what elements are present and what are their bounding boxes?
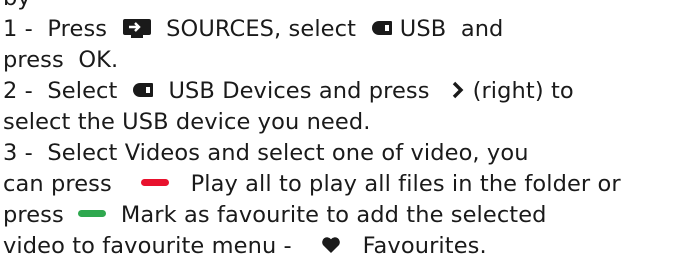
sources-icon	[122, 18, 152, 38]
step-1-press-2: press	[3, 47, 64, 73]
step-3-line-2: can press Play all to play all files in …	[3, 169, 675, 200]
step-3-line-4: video to favourite menu - Favourites.	[3, 231, 675, 262]
ok-label: OK	[78, 47, 112, 73]
step-2-and-press: and press	[318, 78, 430, 104]
step-3-number: 3 -	[3, 140, 33, 166]
play-all-label: Play all	[190, 171, 272, 197]
step-1-press: Press	[47, 16, 108, 42]
step-2-rest: select the USB device you need.	[3, 109, 371, 135]
favourites-label: Favourites	[362, 233, 480, 259]
step-2-right: (right) to	[472, 78, 574, 104]
videos-label: Videos	[124, 140, 201, 166]
step-3-to-play: to play all files in the folder or	[279, 171, 621, 197]
step-1-number: 1 -	[3, 16, 33, 42]
step-1-and: and	[460, 16, 504, 42]
usb-devices-label: USB Devices	[168, 78, 312, 104]
step-3-rest-1: and select one of video, you	[207, 140, 529, 166]
step-1-period: .	[111, 47, 119, 73]
step-2-line-2: select the USB device you need.	[3, 107, 675, 138]
instructions-document: by 1 - Press SOURCES, select USB and pre…	[3, 0, 675, 262]
step-2-select: Select	[47, 78, 118, 104]
step-1-line-1: 1 - Press SOURCES, select USB and	[3, 14, 675, 45]
step-1-select: , select	[274, 16, 357, 42]
green-key-icon	[78, 209, 107, 218]
usb-devices-icon	[132, 82, 154, 98]
step-3-period: .	[479, 233, 487, 259]
heart-icon	[321, 236, 341, 254]
step-1-line-2: press OK.	[3, 45, 675, 76]
usb-icon	[371, 20, 393, 36]
header-partial-text: by	[3, 0, 31, 14]
chevron-right-icon	[451, 81, 465, 99]
mark-as-favourite-label: Mark as favourite	[120, 202, 320, 228]
step-3-select: Select	[47, 140, 118, 166]
step-3-press: press	[3, 202, 64, 228]
step-3-line-1: 3 - Select Videos and select one of vide…	[3, 138, 675, 169]
step-3-video-to: video to favourite menu -	[3, 233, 292, 259]
step-2-number: 2 -	[3, 78, 33, 104]
step-3-line-3: press Mark as favourite to add the selec…	[3, 200, 675, 231]
step-3-to-add: to add the selected	[326, 202, 547, 228]
usb-label: USB	[399, 16, 447, 42]
step-3-can-press: can press	[3, 171, 112, 197]
step-2-line-1: 2 - Select USB Devices and press (right)…	[3, 76, 675, 107]
red-key-icon	[140, 178, 169, 187]
sources-label: SOURCES	[166, 16, 275, 42]
header-partial: by	[3, 0, 675, 14]
